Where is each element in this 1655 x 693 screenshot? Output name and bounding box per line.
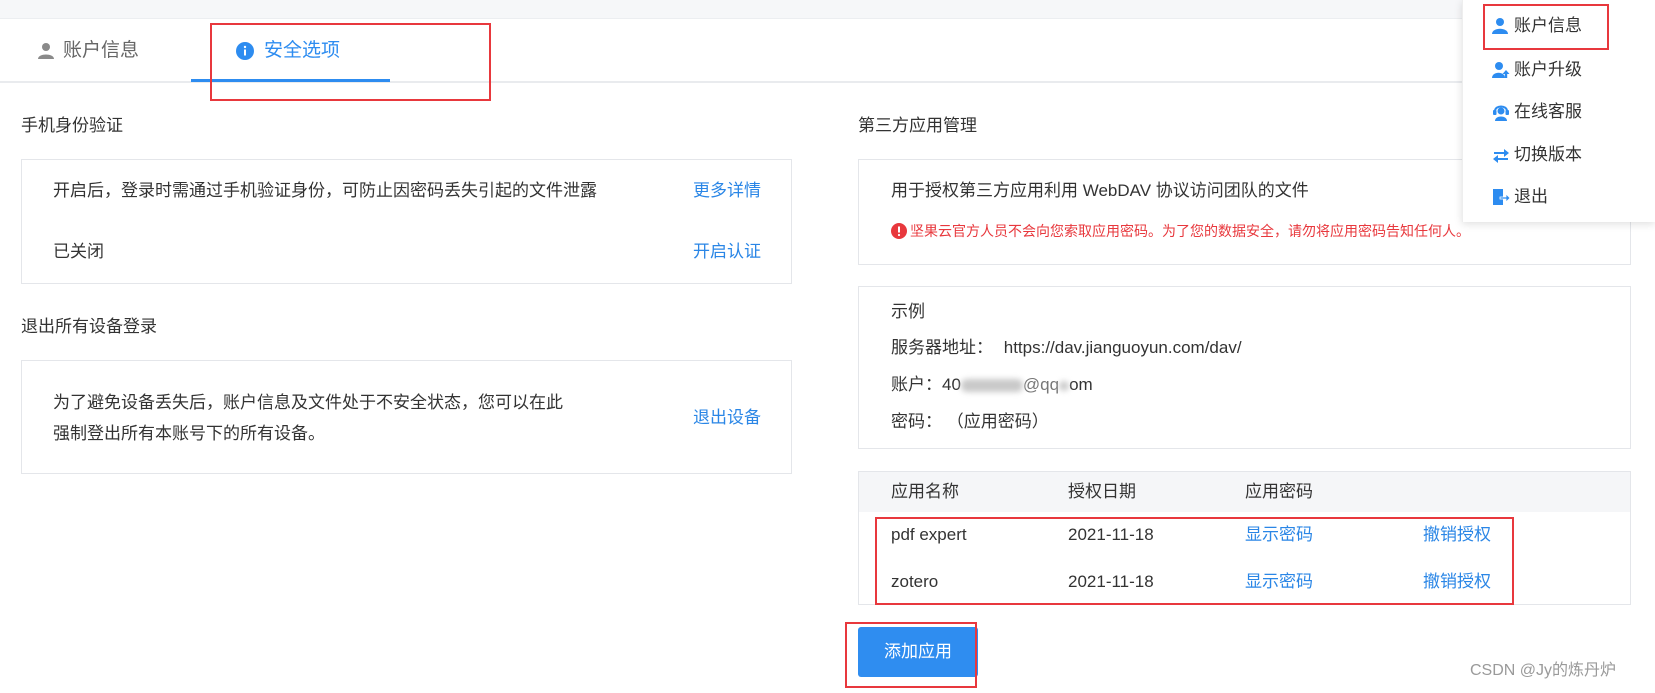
menu-item-customer-service[interactable]: 在线客服 [1463, 92, 1655, 132]
password-value: （应用密码） [946, 412, 1049, 431]
more-details-link[interactable]: 更多详情 [693, 179, 761, 203]
server-address-label: 服务器地址： [891, 338, 993, 357]
menu-item-account-upgrade[interactable]: 账户升级 [1463, 50, 1655, 90]
top-strip [0, 0, 1462, 19]
security-settings-page: 账户信息 安全选项 手机身份验证 开启后，登录时需通过手机验证身份，可防止因密码… [0, 0, 1655, 693]
customer-service-icon [1493, 105, 1509, 121]
user-dropdown-menu: 账户信息 账户升级 在线客服 切换版本 退出 [1462, 0, 1655, 222]
annotation-box-app-rows [875, 517, 1514, 605]
phone-verify-description: 开启后，登录时需通过手机验证身份，可防止因密码丢失引起的文件泄露 [53, 181, 597, 200]
annotation-box-menu-item [1483, 4, 1609, 50]
user-upgrade-icon [1492, 62, 1510, 78]
logout-devices-description-line1: 为了避免设备丢失后，账户信息及文件处于不安全状态，您可以在此 [53, 393, 563, 412]
person-icon [38, 43, 54, 59]
phone-verify-status: 已关闭 [53, 242, 104, 261]
account-redaction-blur [960, 379, 1023, 393]
column-header-auth-date: 授权日期 [1068, 482, 1136, 501]
menu-item-label: 在线客服 [1514, 102, 1582, 121]
account-value-end: om [1069, 375, 1093, 394]
account-row: 账户：40 @qq om [891, 373, 1093, 397]
account-redaction-blur-2 [1059, 380, 1070, 391]
menu-item-label: 切换版本 [1514, 145, 1582, 164]
logout-devices-link[interactable]: 退出设备 [693, 406, 761, 430]
server-address-value[interactable]: https://dav.jianguoyun.com/dav/ [1004, 338, 1242, 357]
account-label: 账户： [891, 375, 942, 394]
phone-verify-panel: 开启后，登录时需通过手机验证身份，可防止因密码丢失引起的文件泄露 更多详情 已关… [21, 159, 792, 284]
switch-icon [1493, 149, 1509, 163]
password-row: 密码： （应用密码） [891, 410, 1049, 434]
third-party-warning: 坚果云官方人员不会向您索取应用密码。为了您的数据安全，请勿将应用密码告知任何人。 [910, 223, 1470, 239]
enable-verification-link[interactable]: 开启认证 [693, 240, 761, 264]
tab-account-info-label: 账户信息 [63, 40, 140, 61]
watermark: CSDN @Jy的炼丹炉 [1470, 662, 1617, 679]
menu-item-label: 退出 [1514, 187, 1548, 206]
annotation-box-add-button [845, 622, 977, 688]
logout-devices-title: 退出所有设备登录 [21, 317, 157, 336]
third-party-description: 用于授权第三方应用利用 WebDAV 协议访问团队的文件 [891, 181, 1309, 200]
password-label: 密码： [891, 412, 942, 431]
annotation-box-tab [210, 23, 491, 101]
example-title: 示例 [891, 302, 925, 321]
account-value-start: 40 [942, 375, 961, 394]
logout-devices-description-line2: 强制登出所有本账号下的所有设备。 [53, 424, 325, 443]
example-panel: 示例 服务器地址： https://dav.jianguoyun.com/dav… [858, 286, 1631, 449]
logout-icon [1493, 189, 1510, 205]
column-header-app-password: 应用密码 [1245, 482, 1313, 501]
menu-item-switch-version[interactable]: 切换版本 [1463, 135, 1655, 175]
third-party-title: 第三方应用管理 [858, 116, 977, 135]
server-address-row: 服务器地址： https://dav.jianguoyun.com/dav/ [891, 336, 1242, 360]
menu-item-logout[interactable]: 退出 [1463, 177, 1655, 217]
column-header-app-name: 应用名称 [891, 482, 959, 501]
account-value-mid: @qq [1022, 375, 1060, 394]
menu-item-label: 账户升级 [1514, 60, 1582, 79]
tab-account-info[interactable]: 账户信息 [30, 36, 160, 68]
logout-devices-panel: 为了避免设备丢失后，账户信息及文件处于不安全状态，您可以在此 强制登出所有本账号… [21, 360, 792, 474]
warning-icon [891, 223, 907, 239]
phone-verify-title: 手机身份验证 [21, 116, 123, 135]
